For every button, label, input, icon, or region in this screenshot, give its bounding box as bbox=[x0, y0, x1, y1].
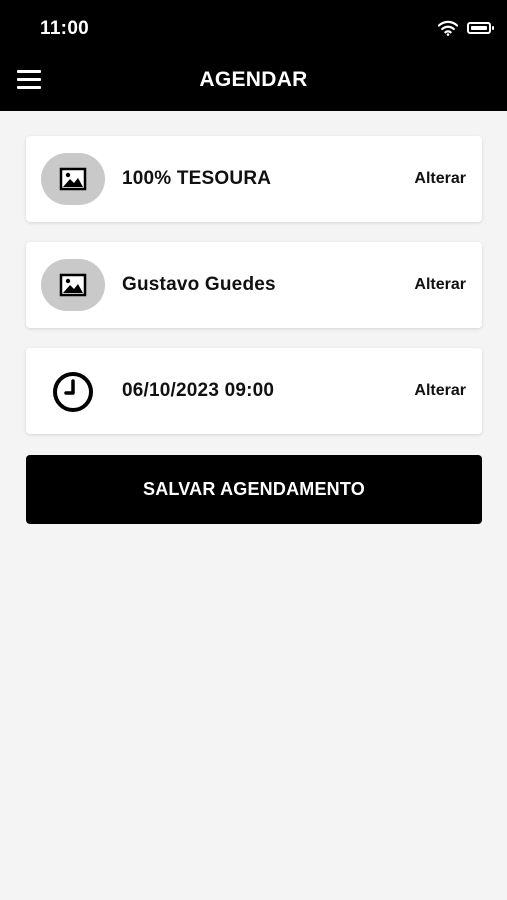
image-placeholder-icon bbox=[59, 167, 87, 191]
status-icons bbox=[438, 20, 494, 36]
battery-icon bbox=[467, 22, 494, 34]
page-title: AGENDAR bbox=[199, 68, 308, 91]
change-service-link[interactable]: Alterar bbox=[414, 136, 466, 222]
service-name: 100% TESOURA bbox=[122, 168, 272, 189]
professional-card: Gustavo Guedes Alterar bbox=[26, 242, 482, 328]
service-card: 100% TESOURA Alterar bbox=[26, 136, 482, 222]
change-professional-link[interactable]: Alterar bbox=[414, 242, 466, 328]
clock-icon bbox=[50, 369, 96, 415]
image-placeholder-icon bbox=[59, 273, 87, 297]
wifi-icon bbox=[438, 20, 458, 36]
top-bar: 11:00 AGENDAR bbox=[0, 0, 507, 111]
datetime-card: 06/10/2023 09:00 Alterar bbox=[26, 348, 482, 434]
professional-name: Gustavo Guedes bbox=[122, 274, 276, 295]
status-time: 11:00 bbox=[40, 18, 90, 39]
professional-image-avatar bbox=[41, 259, 105, 311]
appointment-datetime: 06/10/2023 09:00 bbox=[122, 380, 275, 401]
change-datetime-link[interactable]: Alterar bbox=[414, 348, 466, 434]
save-appointment-button[interactable]: SALVAR AGENDAMENTO bbox=[26, 455, 482, 524]
service-image-avatar bbox=[41, 153, 105, 205]
